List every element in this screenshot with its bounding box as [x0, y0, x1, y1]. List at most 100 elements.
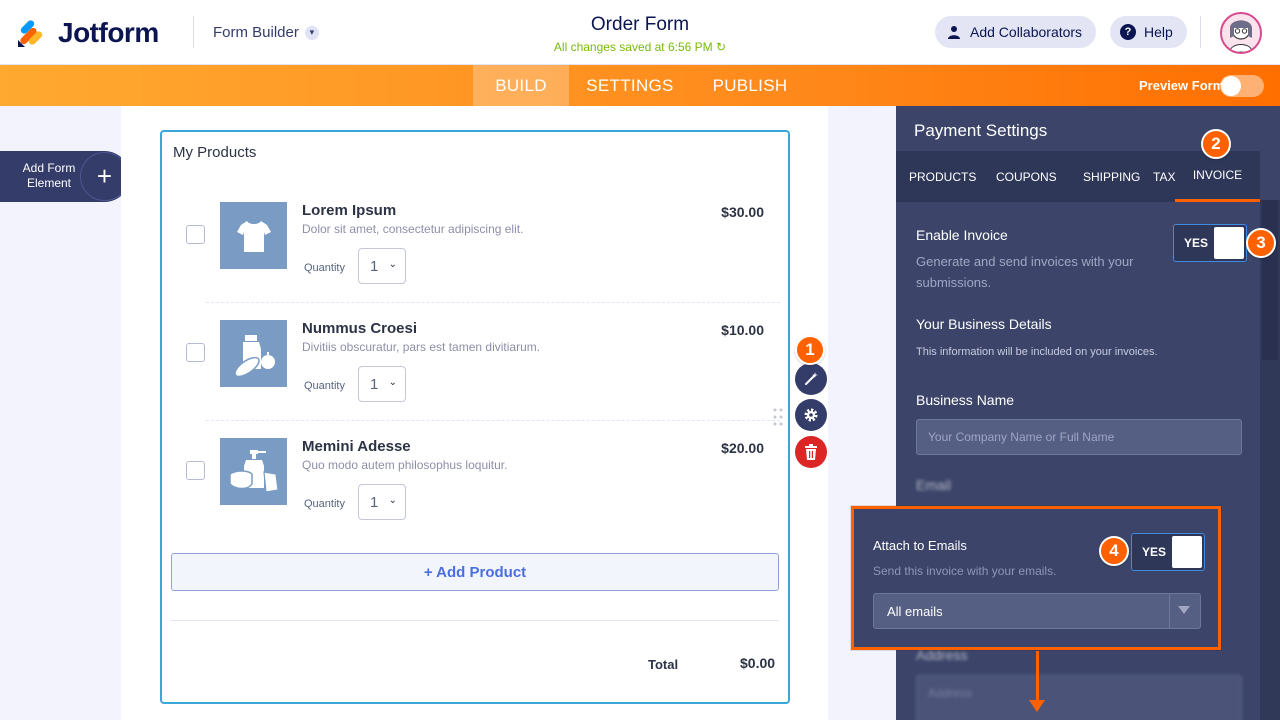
trash-icon: [805, 444, 817, 460]
product-divider: [206, 420, 780, 421]
product-name: Memini Adesse: [302, 438, 411, 455]
product-item: Lorem Ipsum Dolor sit amet, consectetur …: [162, 196, 788, 314]
attach-emails-select-value: All emails: [887, 603, 943, 619]
business-name-placeholder: Your Company Name or Full Name: [928, 430, 1115, 444]
avatar[interactable]: [1220, 12, 1262, 54]
quantity-select[interactable]: 1 ⌄: [358, 248, 406, 284]
product-checkbox[interactable]: [186, 343, 205, 362]
product-description: Quo modo autem philosophus loquitur.: [302, 458, 508, 472]
magic-wand-button[interactable]: [795, 363, 827, 395]
address-placeholder: Address: [928, 686, 973, 700]
avatar-divider: [1200, 16, 1201, 48]
quantity-value: 1: [370, 375, 379, 393]
tab-settings[interactable]: SETTINGS: [580, 65, 680, 106]
attach-emails-select[interactable]: All emails: [873, 593, 1201, 629]
builder-nav: BUILD SETTINGS PUBLISH Preview Form: [0, 65, 1280, 106]
quantity-label: Quantity: [304, 380, 345, 392]
toggle-value: YES: [1184, 236, 1209, 250]
chevron-down-icon: ⌄: [388, 259, 397, 270]
delete-button[interactable]: [795, 436, 827, 468]
form-title-area: Order Form All changes saved at 6:56 PM …: [490, 14, 790, 54]
product-name: Nummus Croesi: [302, 320, 418, 337]
step-badge: 4: [1099, 536, 1129, 566]
jotform-logo[interactable]: Jotform: [16, 17, 159, 49]
help-icon: ?: [1120, 24, 1136, 40]
business-details-desc: This information will be included on you…: [916, 346, 1158, 358]
caret-down-icon: [1178, 606, 1190, 614]
product-checkbox[interactable]: [186, 461, 205, 480]
product-list-widget[interactable]: My Products Lorem Ipsum Dolor sit amet, …: [160, 130, 790, 704]
quantity-value: 1: [370, 257, 379, 275]
business-name-input[interactable]: Your Company Name or Full Name: [916, 419, 1242, 455]
add-collaborators-button[interactable]: Add Collaborators: [935, 16, 1097, 48]
total-value: $0.00: [740, 655, 776, 671]
attach-to-emails-desc: Send this invoice with your emails.: [873, 564, 1057, 578]
settings-button[interactable]: [795, 399, 827, 431]
jotform-logo-icon: [18, 20, 43, 47]
header-divider: [193, 16, 194, 48]
magic-wand-icon: [805, 372, 818, 385]
toggle-knob: [1172, 536, 1202, 568]
add-collaborators-label: Add Collaborators: [970, 24, 1083, 40]
step-badge: 3: [1246, 228, 1276, 258]
address-input[interactable]: Address: [916, 675, 1242, 720]
product-divider: [206, 302, 780, 303]
product-price: $10.00: [721, 322, 764, 338]
tab-publish[interactable]: PUBLISH: [700, 65, 800, 106]
annotation-arrow-line: [1036, 651, 1039, 706]
form-builder-dropdown[interactable]: Form Builder ▾: [213, 24, 319, 41]
form-builder-label: Form Builder: [213, 24, 299, 41]
enable-invoice-label: Enable Invoice: [916, 227, 1008, 243]
help-button[interactable]: ? Help: [1110, 16, 1187, 48]
toggle-value: YES: [1142, 545, 1167, 559]
product-price: $20.00: [721, 440, 764, 456]
toggle-knob: [1214, 227, 1244, 259]
panel-scrollbar-thumb[interactable]: [1262, 200, 1278, 360]
tshirt-icon: [220, 202, 287, 269]
attach-to-emails-label: Attach to Emails: [873, 538, 967, 553]
form-title[interactable]: Order Form: [490, 14, 790, 36]
save-status-text: All changes saved at 6:56 PM: [553, 40, 713, 54]
logo-text: Jotform: [58, 17, 159, 48]
preview-form-toggle[interactable]: [1220, 75, 1264, 97]
product-item: Memini Adesse Quo modo autem philosophus…: [162, 432, 788, 550]
quantity-select[interactable]: 1 ⌄: [358, 484, 406, 520]
tab-coupons[interactable]: COUPONS: [996, 151, 1057, 202]
product-description: Dolor sit amet, consectetur adipiscing e…: [302, 222, 524, 236]
business-details-title: Your Business Details: [916, 316, 1052, 332]
groceries-icon: [220, 320, 287, 387]
tab-build[interactable]: BUILD: [473, 65, 569, 106]
user-icon: [948, 26, 960, 39]
product-price: $30.00: [721, 204, 764, 220]
tab-tax[interactable]: TAX: [1153, 151, 1175, 202]
product-item: Nummus Croesi Divitiis obscuratur, pars …: [162, 314, 788, 432]
tab-products[interactable]: PRODUCTS: [909, 151, 976, 202]
attach-to-emails-toggle[interactable]: YES: [1131, 533, 1205, 571]
total-label: Total: [648, 657, 679, 672]
select-divider: [1169, 594, 1170, 628]
widget-title: My Products: [173, 144, 257, 161]
panel-title: Payment Settings: [914, 121, 1048, 140]
quantity-label: Quantity: [304, 262, 345, 274]
drag-handle-icon[interactable]: [772, 407, 784, 427]
chevron-down-icon: ▾: [304, 25, 319, 40]
quantity-label: Quantity: [304, 498, 345, 510]
quantity-select[interactable]: 1 ⌄: [358, 366, 406, 402]
tab-shipping[interactable]: SHIPPING: [1083, 151, 1140, 202]
save-status: All changes saved at 6:56 PM ↻: [490, 40, 790, 54]
step-badge: 2: [1201, 129, 1231, 159]
help-label: Help: [1144, 24, 1173, 40]
step-badge: 1: [795, 335, 825, 365]
chevron-down-icon: ⌄: [388, 377, 397, 388]
chevron-down-icon: ⌄: [388, 495, 397, 506]
product-description: Divitiis obscuratur, pars est tamen divi…: [302, 340, 541, 354]
add-product-button[interactable]: + Add Product: [171, 553, 779, 591]
product-checkbox[interactable]: [186, 225, 205, 244]
avatar-illustration: [1229, 20, 1253, 52]
top-header: Jotform Form Builder ▾ Order Form All ch…: [0, 0, 1280, 65]
attach-to-emails-callout: Attach to Emails Send this invoice with …: [851, 506, 1221, 650]
quantity-value: 1: [370, 493, 379, 511]
add-form-element-button[interactable]: Add Form Element +: [0, 151, 130, 202]
add-form-element-label: Add Form Element: [22, 161, 76, 190]
enable-invoice-toggle[interactable]: YES: [1173, 224, 1247, 262]
